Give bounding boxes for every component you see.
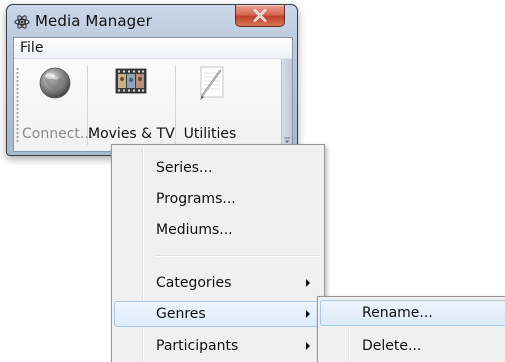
menu-item-label: Participants: [156, 338, 239, 354]
menu-item-label: Programs...: [156, 191, 236, 207]
menu-item-label: Categories: [156, 275, 232, 291]
title-bar[interactable]: Media Manager: [7, 5, 297, 37]
menu-separator: [156, 255, 320, 257]
submenu-arrow-icon: [306, 342, 310, 350]
close-button[interactable]: [235, 5, 285, 27]
menu-item-delete[interactable]: Delete...: [320, 333, 505, 359]
film-strip-icon: [115, 67, 147, 99]
menu-item-label: Delete...: [362, 338, 422, 354]
menu-item-categories[interactable]: Categories: [114, 270, 322, 296]
menu-item-mediums[interactable]: Mediums...: [114, 217, 322, 243]
notepad-pen-icon: [196, 65, 226, 105]
genres-submenu: Rename... Delete...: [317, 296, 505, 362]
menu-bar: File: [14, 38, 292, 59]
toolbar-grip[interactable]: [16, 67, 19, 143]
globe-icon: [38, 66, 72, 104]
menu-item-participants[interactable]: Participants: [114, 333, 322, 359]
movies-tv-label: Movies & TV: [88, 126, 175, 142]
screen: Media Manager File Connect... Movies & T…: [0, 0, 505, 362]
media-manager-window: Media Manager File Connect... Movies & T…: [6, 4, 298, 156]
movies-tv-button[interactable]: Movies & TV: [88, 59, 175, 151]
connect-button[interactable]: Connect...: [22, 59, 94, 151]
menu-item-label: Mediums...: [156, 222, 233, 238]
movies-tv-dropdown-menu: Series... Programs... Mediums... Categor…: [111, 144, 325, 362]
utilities-label: Utilities: [183, 126, 237, 142]
toolbar-overflow-button[interactable]: [281, 59, 292, 149]
atom-icon: [14, 14, 30, 30]
submenu-arrow-icon: [306, 310, 310, 318]
menu-item-label: Genres: [156, 306, 206, 322]
connect-label: Connect...: [22, 126, 94, 142]
utilities-button[interactable]: Utilities: [176, 59, 244, 151]
submenu-arrow-icon: [306, 279, 310, 287]
menu-item-genres[interactable]: Genres: [114, 301, 322, 327]
toolbar: Connect... Movies & TV Utilities: [14, 59, 292, 151]
menu-item-series[interactable]: Series...: [114, 155, 322, 181]
menu-item-programs[interactable]: Programs...: [114, 186, 322, 212]
menu-item-rename[interactable]: Rename...: [320, 300, 505, 326]
menu-item-label: Series...: [156, 160, 213, 176]
menu-item-label: Rename...: [362, 305, 433, 321]
close-icon: [253, 9, 267, 22]
window-title: Media Manager: [35, 12, 152, 30]
menu-file[interactable]: File: [20, 40, 43, 56]
window-client-area: File Connect... Movies & TV Utilities: [13, 37, 293, 152]
